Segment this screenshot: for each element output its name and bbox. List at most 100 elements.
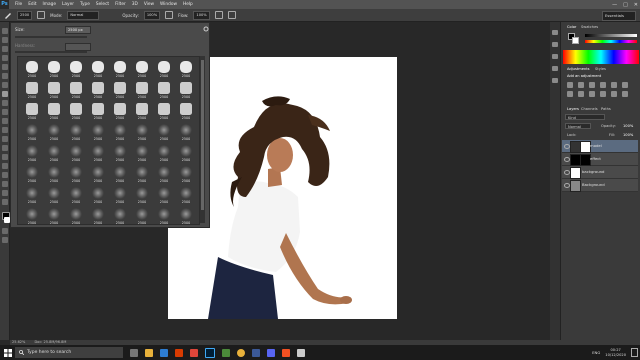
brush-preset[interactable]: 2500 [88, 122, 108, 143]
eraser-tool-icon[interactable] [2, 118, 8, 124]
notification-icon[interactable] [631, 348, 638, 357]
tab-adjustments[interactable]: Adjustments [567, 67, 590, 71]
brush-preset[interactable]: 2500 [110, 206, 130, 224]
brush-preset[interactable]: 2500 [154, 185, 174, 206]
background-color[interactable] [572, 37, 579, 44]
pen-tool-icon[interactable] [2, 154, 8, 160]
adjustment-icon[interactable] [589, 82, 595, 88]
brush-preset[interactable]: 2500 [66, 122, 86, 143]
brush-preset[interactable]: 2500 [22, 206, 42, 224]
brush-preset[interactable]: 2500 [110, 185, 130, 206]
hand-tool-icon[interactable] [2, 190, 8, 196]
brush-preset[interactable]: 2500 [154, 206, 174, 224]
brush-preset[interactable]: 2500 [66, 143, 86, 164]
brush-preset[interactable]: 2500 [132, 80, 152, 101]
menu-select[interactable]: Select [96, 2, 109, 7]
brush-preset[interactable]: 2500 [22, 122, 42, 143]
adjustment-icon[interactable] [600, 91, 606, 97]
brush-preset[interactable]: 2500 [110, 143, 130, 164]
brush-preset[interactable]: 2500 [154, 59, 174, 80]
scrollbar-thumb[interactable] [201, 60, 204, 210]
brush-tool-icon[interactable] [4, 11, 12, 19]
crop-tool-icon[interactable] [2, 64, 8, 70]
adjustment-icon[interactable] [622, 91, 628, 97]
taskbar-search[interactable]: Type here to search [15, 347, 123, 358]
adjustment-icon[interactable] [589, 91, 595, 97]
brush-preset[interactable]: 2500 [88, 101, 108, 122]
menu-layer[interactable]: Layer [62, 2, 74, 7]
brush-preset[interactable]: 2500 [176, 122, 196, 143]
menu-type[interactable]: Type [80, 2, 90, 7]
brush-panel-toggle-icon[interactable] [37, 11, 46, 19]
brush-preset[interactable]: 2500 [176, 206, 196, 224]
path-select-tool-icon[interactable] [2, 172, 8, 178]
brush-preset[interactable]: 2500 [66, 206, 86, 224]
brush-preset-picker[interactable]: 2500 [17, 10, 33, 20]
start-button[interactable] [0, 345, 15, 360]
menu-window[interactable]: Window [160, 2, 177, 7]
brush-preset[interactable]: 2500 [88, 185, 108, 206]
brush-preset[interactable]: 2500 [88, 80, 108, 101]
pressure-opacity-icon[interactable] [165, 11, 174, 19]
quick-select-tool-icon[interactable] [2, 55, 8, 61]
layer-row-background-base[interactable]: Background [562, 179, 638, 192]
gradient-tool-icon[interactable] [2, 127, 8, 133]
history-icon[interactable] [552, 30, 558, 35]
adjustment-icon[interactable] [622, 82, 628, 88]
file-explorer-icon[interactable] [145, 348, 153, 357]
brush-preset[interactable]: 2500 [132, 59, 152, 80]
brush-preset[interactable]: 2500 [176, 80, 196, 101]
chrome-icon[interactable] [237, 348, 245, 357]
brush-preset[interactable]: 2500 [88, 206, 108, 224]
paragraph-icon[interactable] [552, 66, 558, 71]
minimize-button[interactable]: — [612, 2, 617, 8]
brush-preset[interactable]: 2500 [88, 59, 108, 80]
hardness-input[interactable] [65, 43, 91, 51]
brush-preset[interactable]: 2500 [66, 101, 86, 122]
tab-layers[interactable]: Layers [567, 107, 579, 111]
adjustment-icon[interactable] [578, 91, 584, 97]
brush-preset[interactable]: 2500 [88, 143, 108, 164]
brush-preset[interactable]: 2500 [44, 101, 64, 122]
brush-preset[interactable]: 2500 [132, 122, 152, 143]
brush-preset[interactable]: 2500 [132, 143, 152, 164]
tab-swatches[interactable]: Swatches [581, 25, 598, 29]
brush-preset[interactable]: 2500 [154, 80, 174, 101]
adjustment-icon[interactable] [578, 82, 584, 88]
maximize-button[interactable]: □ [623, 2, 628, 8]
size-slider[interactable] [15, 36, 87, 38]
layer-opacity-value[interactable]: 100% [623, 124, 633, 128]
brush-preset[interactable]: 2500 [110, 101, 130, 122]
tab-styles[interactable]: Styles [595, 67, 606, 71]
brush-preset-grid[interactable]: 2500 2500 2500 2500 2500 2500 2500 2500 2500 2500… [17, 56, 200, 225]
workspace-select[interactable]: Essentials [602, 11, 636, 21]
brush-preset[interactable]: 2500 [88, 164, 108, 185]
brush-preset[interactable]: 2500 [44, 206, 64, 224]
brush-tool-icon[interactable] [2, 91, 8, 97]
airbrush-icon[interactable] [214, 11, 223, 19]
zoom-tool-icon[interactable] [2, 199, 8, 205]
blur-tool-icon[interactable] [2, 136, 8, 142]
brush-preset[interactable]: 2500 [110, 80, 130, 101]
brush-preset[interactable]: 2500 [132, 206, 152, 224]
settings-icon[interactable] [297, 348, 305, 357]
brush-preset[interactable]: 2500 [110, 59, 130, 80]
screen-mode-icon[interactable] [2, 237, 8, 243]
quick-mask-icon[interactable] [2, 228, 8, 234]
adjustment-icon[interactable] [611, 82, 617, 88]
brush-preset[interactable]: 2500 [132, 185, 152, 206]
layer-row-model[interactable]: model [562, 140, 638, 153]
brush-preset[interactable]: 2500 [110, 164, 130, 185]
brush-settings-icon[interactable] [552, 78, 558, 83]
adjustment-icon[interactable] [600, 82, 606, 88]
menu-edit[interactable]: Edit [28, 2, 36, 7]
menu-file[interactable]: File [15, 2, 22, 7]
marquee-tool-icon[interactable] [2, 37, 8, 43]
brush-preset[interactable]: 2500 [66, 164, 86, 185]
menu-filter[interactable]: Filter [115, 2, 126, 7]
stamp-tool-icon[interactable] [2, 100, 8, 106]
brush-preset[interactable]: 2500 [132, 164, 152, 185]
brush-preset[interactable]: 2500 [110, 122, 130, 143]
chat-icon[interactable] [267, 348, 275, 357]
character-icon[interactable] [552, 54, 558, 59]
